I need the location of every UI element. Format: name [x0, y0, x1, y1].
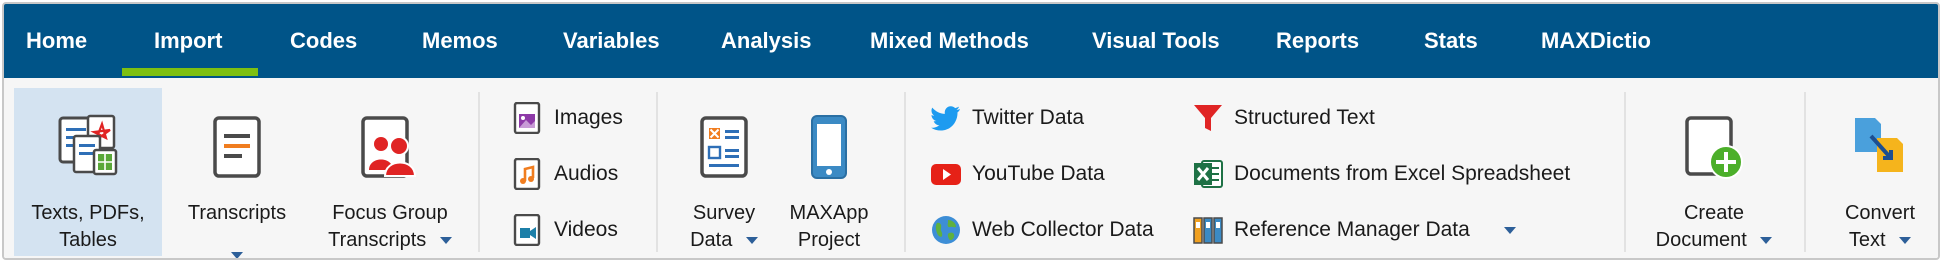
audios-button[interactable]: Audios	[512, 152, 642, 196]
images-button[interactable]: Images	[512, 96, 642, 140]
transcript-icon	[210, 114, 264, 185]
tab-analysis[interactable]: Analysis	[721, 4, 812, 78]
transcripts-dropdown-arrow-icon[interactable]	[231, 252, 243, 258]
focus-group-icon	[359, 114, 421, 185]
web-collector-data-button[interactable]: Web Collector Data	[930, 208, 1170, 252]
reference-manager-dropdown-arrow-icon[interactable]	[1504, 227, 1516, 234]
convert-text-icon	[1851, 114, 1909, 181]
window-frame: Home Import Codes Memos Variables Analys…	[2, 2, 1940, 260]
convert-text-button[interactable]: Convert Text	[1822, 88, 1938, 256]
funnel-icon	[1192, 102, 1224, 134]
focus-group-dropdown-arrow-icon[interactable]	[439, 237, 452, 245]
transcripts-label: Transcripts	[187, 202, 287, 224]
videos-button[interactable]: Videos	[512, 208, 642, 252]
ribbon-separator	[656, 92, 658, 252]
create-document-label-1: Create	[1683, 202, 1745, 224]
reference-manager-data-button[interactable]: Reference Manager Data	[1192, 208, 1532, 252]
documents-from-excel-button[interactable]: Documents from Excel Spreadsheet	[1192, 152, 1592, 196]
mobile-phone-icon	[809, 114, 849, 185]
tab-visual-tools[interactable]: Visual Tools	[1092, 4, 1220, 78]
youtube-icon	[930, 158, 962, 190]
app-window: Home Import Codes Memos Variables Analys…	[0, 0, 1944, 264]
images-label: Images	[554, 106, 623, 129]
reference-manager-data-label: Reference Manager Data	[1234, 218, 1470, 241]
audio-file-icon	[512, 157, 544, 191]
reference-binders-icon	[1192, 214, 1224, 246]
create-document-label-2-text: Document	[1655, 229, 1747, 251]
tab-stats[interactable]: Stats	[1424, 4, 1478, 78]
ribbon-separator	[1624, 92, 1626, 252]
create-document-label-2: Document	[1644, 227, 1784, 254]
tab-variables[interactable]: Variables	[563, 4, 660, 78]
survey-data-label-2-text: Data	[690, 229, 733, 251]
survey-data-icon	[697, 114, 751, 185]
survey-data-button[interactable]: Survey Data	[676, 88, 772, 256]
create-document-dropdown-arrow-icon[interactable]	[1760, 237, 1773, 245]
documents-from-excel-label: Documents from Excel Spreadsheet	[1234, 162, 1571, 185]
tab-import[interactable]: Import	[154, 4, 222, 78]
tab-maxdictio[interactable]: MAXDictio	[1541, 4, 1651, 78]
structured-text-label: Structured Text	[1234, 106, 1375, 129]
twitter-data-label: Twitter Data	[972, 106, 1085, 129]
convert-text-dropdown-arrow-icon[interactable]	[1899, 237, 1912, 245]
tab-codes[interactable]: Codes	[290, 4, 357, 78]
video-file-icon	[512, 213, 544, 247]
import-ribbon: Texts, PDFs, Tables Transcripts Focus Gr…	[4, 78, 1938, 258]
texts-pdfs-tables-icon	[56, 114, 120, 185]
ribbon-tab-bar: Home Import Codes Memos Variables Analys…	[4, 4, 1938, 78]
audios-label: Audios	[554, 162, 619, 185]
tab-reports[interactable]: Reports	[1276, 4, 1359, 78]
survey-data-label-1: Survey	[692, 202, 756, 224]
maxapp-project-label-2: Project	[797, 229, 861, 251]
ribbon-separator	[1804, 92, 1806, 252]
ribbon-separator	[904, 92, 906, 252]
convert-text-label-2: Text	[1822, 227, 1938, 254]
maxapp-project-button[interactable]: MAXApp Project	[782, 88, 876, 256]
create-document-icon	[1682, 114, 1746, 185]
focus-group-label-2-text: Transcripts	[328, 229, 427, 251]
maxapp-project-label-1: MAXApp	[789, 202, 869, 224]
tab-memos[interactable]: Memos	[422, 4, 498, 78]
youtube-data-label: YouTube Data	[972, 162, 1105, 185]
globe-icon	[930, 214, 962, 246]
active-tab-indicator	[122, 68, 258, 76]
texts-pdfs-tables-label-2: Tables	[59, 229, 117, 251]
focus-group-label-1: Focus Group	[332, 202, 448, 224]
focus-group-transcripts-button[interactable]: Focus Group Transcripts	[310, 88, 470, 256]
youtube-data-button[interactable]: YouTube Data	[930, 152, 1160, 196]
survey-data-dropdown-arrow-icon[interactable]	[745, 237, 758, 245]
twitter-bird-icon	[930, 102, 962, 134]
videos-label: Videos	[554, 218, 618, 241]
focus-group-label-2: Transcripts	[310, 227, 470, 254]
structured-text-button[interactable]: Structured Text	[1192, 96, 1412, 140]
survey-data-label-2: Data	[676, 227, 772, 254]
texts-pdfs-tables-button[interactable]: Texts, PDFs, Tables	[14, 88, 162, 256]
convert-text-label-2-text: Text	[1848, 229, 1886, 251]
image-file-icon	[512, 101, 544, 135]
twitter-data-button[interactable]: Twitter Data	[930, 96, 1160, 140]
tab-mixed-methods[interactable]: Mixed Methods	[870, 4, 1029, 78]
create-document-button[interactable]: Create Document	[1644, 88, 1784, 256]
web-collector-data-label: Web Collector Data	[972, 218, 1154, 241]
texts-pdfs-tables-label-1: Texts, PDFs,	[31, 202, 145, 224]
transcripts-button[interactable]: Transcripts	[172, 88, 302, 258]
convert-text-label-1: Convert	[1844, 202, 1916, 224]
tab-home[interactable]: Home	[26, 4, 87, 78]
ribbon-separator	[478, 92, 480, 252]
excel-icon	[1192, 158, 1224, 190]
